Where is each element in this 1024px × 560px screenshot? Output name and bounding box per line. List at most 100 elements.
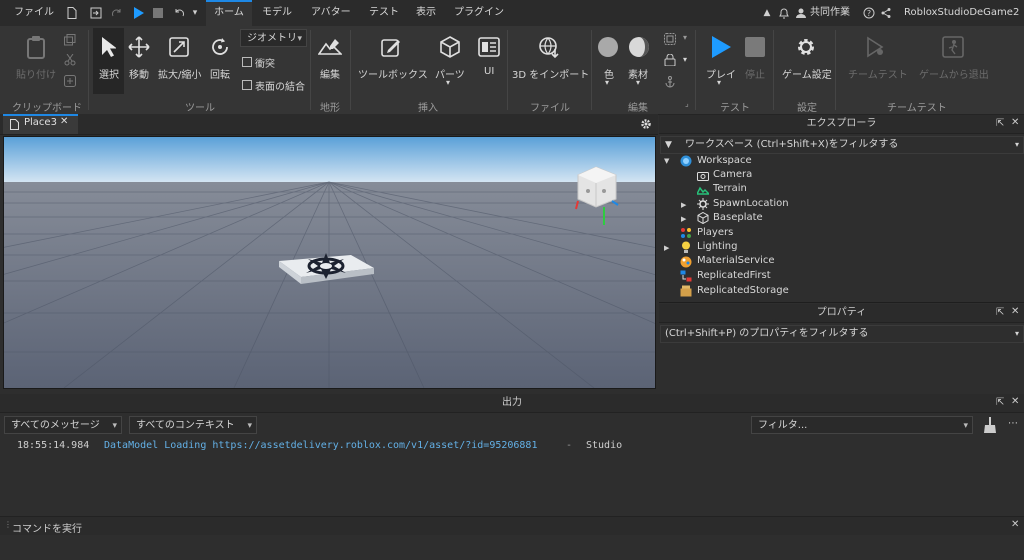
quick-access-dropdown-icon[interactable]: ▾ xyxy=(190,6,200,20)
exit-game-label[interactable]: ゲームから退出 xyxy=(919,66,989,81)
tab-plugins[interactable]: プラグイン xyxy=(454,0,504,26)
lock-chevron-icon[interactable]: ▾ xyxy=(683,55,687,64)
select-label[interactable]: 選択 xyxy=(99,66,119,81)
team-test-icon[interactable] xyxy=(863,34,887,60)
group-chevron-icon[interactable]: ▾ xyxy=(683,33,687,42)
scale-icon[interactable] xyxy=(167,34,191,60)
command-bar-close-icon[interactable]: ✕ xyxy=(1011,519,1019,530)
collaborate-button[interactable]: 共同作業 xyxy=(810,0,850,26)
duplicate-icon[interactable] xyxy=(63,74,77,88)
select-cursor-icon[interactable] xyxy=(97,34,119,60)
3d-viewport[interactable] xyxy=(3,136,656,389)
cut-icon[interactable] xyxy=(63,53,77,67)
clear-output-broom-icon[interactable] xyxy=(982,416,998,434)
part-cube-icon[interactable] xyxy=(438,34,462,60)
properties-filter-bar[interactable]: (Ctrl+Shift+P) のプロパティをフィルタする ▾ xyxy=(660,325,1024,343)
filter-chevron-down-icon: ▾ xyxy=(1014,329,1019,338)
share-icon[interactable] xyxy=(879,6,893,20)
explorer-close-icon[interactable]: ✕ xyxy=(1011,117,1019,128)
tree-item-workspace[interactable]: Workspace xyxy=(697,154,752,168)
scale-label[interactable]: 拡大/縮小 xyxy=(158,66,201,81)
command-input[interactable] xyxy=(0,535,1024,560)
tree-item-spawnlocation[interactable]: SpawnLocation xyxy=(713,197,789,211)
tab-home[interactable]: ホーム xyxy=(206,0,252,26)
game-settings-label[interactable]: ゲーム設定 xyxy=(782,66,832,81)
move-label[interactable]: 移動 xyxy=(129,66,149,81)
log-source: Studio xyxy=(586,440,623,451)
output-close-icon[interactable]: ✕ xyxy=(1011,396,1019,407)
notification-bell-icon[interactable] xyxy=(777,5,791,21)
tree-item-materialservice[interactable]: MaterialService xyxy=(697,254,775,268)
tree-item-baseplate[interactable]: Baseplate xyxy=(713,211,763,225)
parts-chevron-icon[interactable]: ▾ xyxy=(446,78,450,87)
explorer-filter-bar[interactable]: ▼ ワークスペース (Ctrl+Shift+X)をフィルタする ▾ xyxy=(660,136,1024,154)
play-quick-icon[interactable] xyxy=(131,5,145,21)
expand-arrow-icon[interactable]: ▶ xyxy=(664,244,669,252)
tree-item-players[interactable]: Players xyxy=(697,226,733,240)
properties-close-icon[interactable]: ✕ xyxy=(1011,306,1019,317)
team-test-label[interactable]: チームテスト xyxy=(848,66,908,81)
more-options-icon[interactable]: ⋯ xyxy=(1008,418,1018,429)
stop-icon[interactable] xyxy=(743,35,767,59)
toolbox-label[interactable]: ツールボックス xyxy=(358,66,428,81)
output-popout-icon[interactable]: ⇱ xyxy=(996,397,1004,408)
tree-item-replicatedfirst[interactable]: ReplicatedFirst xyxy=(697,269,771,283)
copy-icon[interactable] xyxy=(63,33,77,47)
join-surfaces-checkbox[interactable] xyxy=(242,80,252,90)
collapse-ribbon-icon[interactable]: ▲ xyxy=(761,6,773,20)
new-file-icon[interactable] xyxy=(66,6,78,20)
stop-quick-icon[interactable] xyxy=(152,6,164,20)
gear-icon[interactable] xyxy=(794,34,818,60)
toolbox-icon[interactable] xyxy=(379,34,403,60)
rotate-icon[interactable] xyxy=(208,34,232,60)
anchor-icon[interactable] xyxy=(663,75,677,89)
output-filter-input[interactable]: フィルタ... ▾ xyxy=(751,416,973,434)
collisions-checkbox[interactable] xyxy=(242,57,252,67)
tree-item-lighting[interactable]: Lighting xyxy=(697,240,737,254)
collapse-arrow-icon[interactable]: ▼ xyxy=(664,157,669,165)
properties-popout-icon[interactable]: ⇱ xyxy=(996,307,1004,318)
close-tab-icon[interactable]: ✕ xyxy=(60,116,68,127)
tree-item-terrain[interactable]: Terrain xyxy=(713,182,747,196)
tree-item-camera[interactable]: Camera xyxy=(713,168,752,182)
group-icon[interactable] xyxy=(663,32,677,46)
help-icon[interactable]: ? xyxy=(862,6,876,20)
import3d-label[interactable]: 3D をインポート xyxy=(512,66,589,81)
expand-arrow-icon[interactable]: ▶ xyxy=(681,201,686,209)
tab-avatar[interactable]: アバター xyxy=(311,0,351,26)
tree-item-replicatedstorage[interactable]: ReplicatedStorage xyxy=(697,284,789,298)
terrain-editor-icon[interactable] xyxy=(318,34,342,60)
terrain-edit-label[interactable]: 編集 xyxy=(320,66,340,81)
contexts-dropdown[interactable]: すべてのコンテキスト ▾ xyxy=(129,416,257,434)
move-icon[interactable] xyxy=(127,34,151,60)
drag-handle-icon[interactable]: ⋮ xyxy=(4,520,12,529)
redo-icon[interactable] xyxy=(110,5,124,21)
color-chevron-icon[interactable]: ▾ xyxy=(605,78,609,87)
stop-label[interactable]: 停止 xyxy=(745,66,765,81)
undo-icon[interactable] xyxy=(172,5,186,21)
import-3d-globe-icon[interactable] xyxy=(537,34,561,60)
geometry-dropdown[interactable]: ジオメトリ ▾ xyxy=(240,29,307,47)
chevron-down-icon: ▾ xyxy=(112,421,117,431)
material-sphere-icon[interactable] xyxy=(627,35,651,59)
lock-icon[interactable] xyxy=(663,53,677,67)
tab-view[interactable]: 表示 xyxy=(416,0,436,26)
tab-test[interactable]: テスト xyxy=(369,0,399,26)
paste-icon[interactable] xyxy=(24,34,48,60)
play-chevron-icon[interactable]: ▾ xyxy=(717,78,721,87)
color-swatch-icon[interactable] xyxy=(596,35,620,59)
edit-group-expand-icon[interactable]: ⌟ xyxy=(685,99,689,108)
material-chevron-icon[interactable]: ▾ xyxy=(636,78,640,87)
exit-game-icon[interactable] xyxy=(941,34,965,60)
ui-icon[interactable] xyxy=(477,34,501,60)
play-icon[interactable] xyxy=(709,34,733,60)
file-menu[interactable]: ファイル xyxy=(14,0,54,26)
messages-dropdown[interactable]: すべてのメッセージ ▾ xyxy=(4,416,122,434)
import-icon[interactable] xyxy=(89,6,103,20)
tab-model[interactable]: モデル xyxy=(262,0,292,26)
rotate-label[interactable]: 回転 xyxy=(210,66,230,81)
viewport-settings-gear-icon[interactable] xyxy=(639,117,653,131)
expand-arrow-icon[interactable]: ▶ xyxy=(681,215,686,223)
ui-label[interactable]: UI xyxy=(484,66,494,77)
explorer-popout-icon[interactable]: ⇱ xyxy=(996,118,1004,129)
